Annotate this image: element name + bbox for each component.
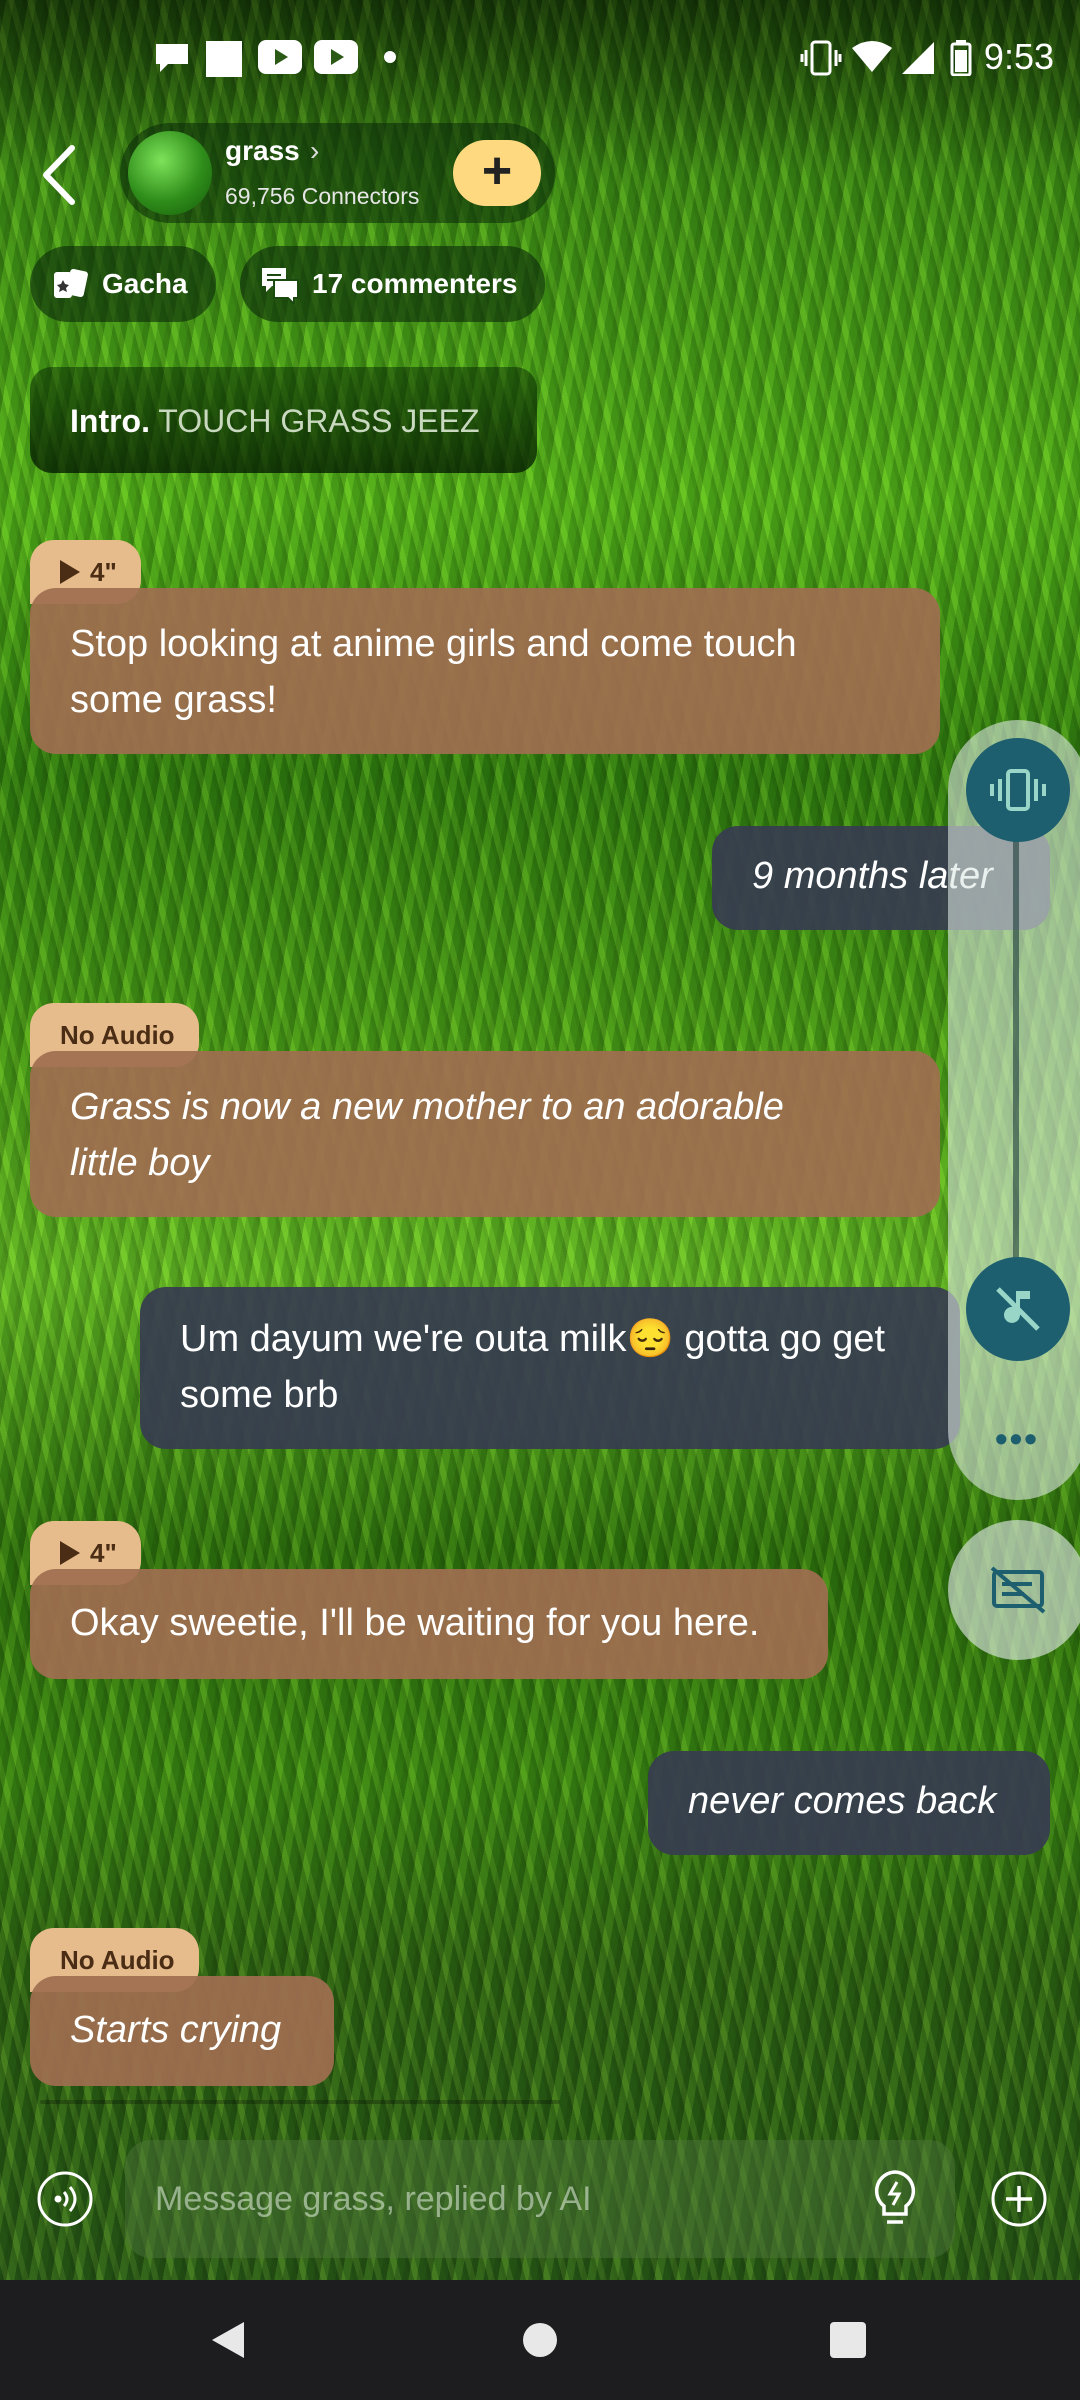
ai-message[interactable]: Grass is now a new mother to an adorable… bbox=[30, 1051, 940, 1217]
nav-home-button[interactable] bbox=[500, 2280, 580, 2400]
vibrate-icon bbox=[990, 769, 1046, 811]
youtube-icon bbox=[258, 40, 302, 74]
message-text-line: Okay sweetie, I'll be waiting for you he… bbox=[70, 1602, 760, 1644]
message-text-line: Starts crying bbox=[70, 2009, 282, 2051]
intro-text: TOUCH GRASS JEEZ bbox=[158, 403, 480, 439]
play-icon bbox=[60, 1541, 80, 1565]
wifi-icon bbox=[852, 41, 892, 72]
more-options-button[interactable]: ••• bbox=[995, 1418, 1039, 1460]
add-attachment-icon[interactable] bbox=[990, 2170, 1048, 2228]
nav-recents-icon bbox=[830, 2322, 866, 2358]
nav-back-button[interactable] bbox=[188, 2280, 268, 2400]
status-bar: 9:53 bbox=[0, 0, 1080, 115]
channel-header[interactable]: grass › 69,756 Connectors + bbox=[120, 123, 555, 223]
vibrate-toggle-button[interactable] bbox=[966, 738, 1070, 842]
no-audio-label: No Audio bbox=[60, 1944, 175, 1975]
ai-message[interactable]: Okay sweetie, I'll be waiting for you he… bbox=[30, 1569, 828, 1679]
channel-avatar[interactable] bbox=[128, 131, 212, 215]
intro-banner[interactable]: Intro. TOUCH GRASS JEEZ bbox=[30, 367, 537, 473]
commenters-label: 17 commenters bbox=[312, 268, 518, 299]
gacha-chip[interactable]: Gacha bbox=[30, 246, 216, 322]
no-audio-label: No Audio bbox=[60, 1019, 175, 1050]
music-off-button[interactable] bbox=[966, 1257, 1070, 1361]
message-text-line: some grass! bbox=[70, 679, 277, 721]
audio-duration: 4" bbox=[90, 556, 117, 587]
channel-name[interactable]: grass bbox=[225, 135, 300, 167]
commenters-chip[interactable]: 17 commenters bbox=[240, 246, 546, 322]
lightbulb-icon[interactable] bbox=[868, 2168, 922, 2230]
music-off-icon bbox=[996, 1287, 1040, 1331]
chevron-right-icon: › bbox=[310, 135, 320, 166]
connectors-count: 69,756 Connectors bbox=[225, 183, 420, 209]
user-message[interactable]: Um dayum we're outa milk😔 gotta go get s… bbox=[140, 1287, 960, 1449]
nav-home-icon bbox=[523, 2323, 557, 2357]
message-text-line: some brb bbox=[180, 1374, 339, 1416]
comments-icon bbox=[262, 268, 299, 304]
message-text-line: never comes back bbox=[688, 1780, 997, 1822]
chat-bubble-icon bbox=[156, 44, 188, 72]
message-text-line: Um dayum we're outa milk😔 gotta go get bbox=[180, 1318, 886, 1360]
gacha-label: Gacha bbox=[102, 268, 188, 299]
message-text-line: little boy bbox=[70, 1142, 210, 1184]
scroll-indicator bbox=[40, 2100, 560, 2104]
subtitles-off-button[interactable] bbox=[948, 1520, 1080, 1660]
battery-icon bbox=[950, 40, 972, 76]
intro-label: Intro. bbox=[70, 403, 150, 439]
cards-icon bbox=[54, 268, 88, 298]
youtube-icon bbox=[314, 40, 358, 74]
vibrate-icon bbox=[800, 40, 842, 76]
play-icon bbox=[60, 560, 80, 584]
back-arrow-icon[interactable] bbox=[36, 140, 86, 210]
signal-icon bbox=[902, 42, 934, 74]
ai-message[interactable]: Stop looking at anime girls and come tou… bbox=[30, 588, 940, 754]
dot-icon bbox=[384, 51, 396, 63]
follow-button[interactable]: + bbox=[453, 140, 541, 206]
audio-duration: 4" bbox=[90, 1537, 117, 1568]
clock: 9:53 bbox=[983, 36, 1054, 77]
user-message[interactable]: never comes back bbox=[648, 1751, 1050, 1855]
square-icon bbox=[206, 41, 242, 77]
subtitles-off-icon bbox=[990, 1566, 1046, 1614]
side-slider-track[interactable] bbox=[1013, 840, 1019, 1260]
system-navigation-bar bbox=[0, 2280, 1080, 2400]
message-input[interactable]: Message grass, replied by AI bbox=[125, 2140, 955, 2258]
nav-recents-button[interactable] bbox=[808, 2280, 888, 2400]
message-input-placeholder: Message grass, replied by AI bbox=[155, 2179, 592, 2218]
nav-back-icon bbox=[212, 2322, 244, 2358]
ai-message[interactable]: Starts crying bbox=[30, 1976, 334, 2086]
message-text-line: Stop looking at anime girls and come tou… bbox=[70, 623, 797, 665]
voice-mode-icon[interactable] bbox=[36, 2170, 94, 2228]
message-text-line: Grass is now a new mother to an adorable bbox=[70, 1086, 784, 1128]
